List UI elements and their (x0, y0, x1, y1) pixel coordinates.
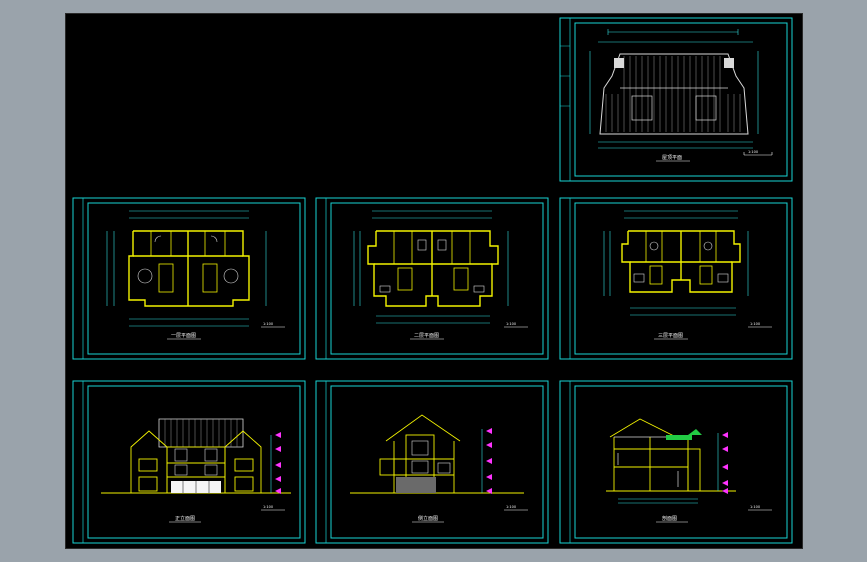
sheet-section[interactable]: 剖面图 1:100 (558, 379, 794, 545)
sheet-title: 三层平面图 (658, 333, 683, 339)
sheet-title: 一层平面图 (171, 333, 196, 339)
sheet-title: 二层平面图 (414, 333, 439, 339)
scale-label: 1:100 (506, 322, 516, 326)
scale-label: 1:100 (750, 505, 760, 509)
sheet-title: 侧立面图 (418, 515, 438, 522)
scale-label: 1:100 (750, 322, 760, 326)
sheet-plan-1[interactable]: 一层平面图 1:100 (71, 196, 307, 361)
sheet-elevation-front[interactable]: 正立面图 1:100 (71, 379, 307, 545)
sheet-title: 屋顶平面 (662, 155, 682, 161)
scale-label: 1:100 (748, 150, 758, 154)
sheet-roof-plan[interactable]: 屋顶平面 1:100 (558, 16, 794, 183)
scale-label: 1:100 (263, 505, 273, 509)
scale-label: 1:100 (263, 322, 273, 326)
sheet-elevation-side[interactable]: 侧立面图 1:100 (314, 379, 550, 545)
sheet-title: 正立面图 (175, 515, 195, 522)
sheet-plan-3[interactable]: 三层平面图 1:100 (558, 196, 794, 361)
sheet-title: 剖面图 (662, 515, 677, 522)
sheet-plan-2[interactable]: 二层平面图 1:100 (314, 196, 550, 361)
drawing-canvas[interactable]: 屋顶平面 1:100 一层平面图 1:100 二层平面图 1:100 三层平面图… (65, 13, 803, 549)
scale-label: 1:100 (506, 505, 516, 509)
